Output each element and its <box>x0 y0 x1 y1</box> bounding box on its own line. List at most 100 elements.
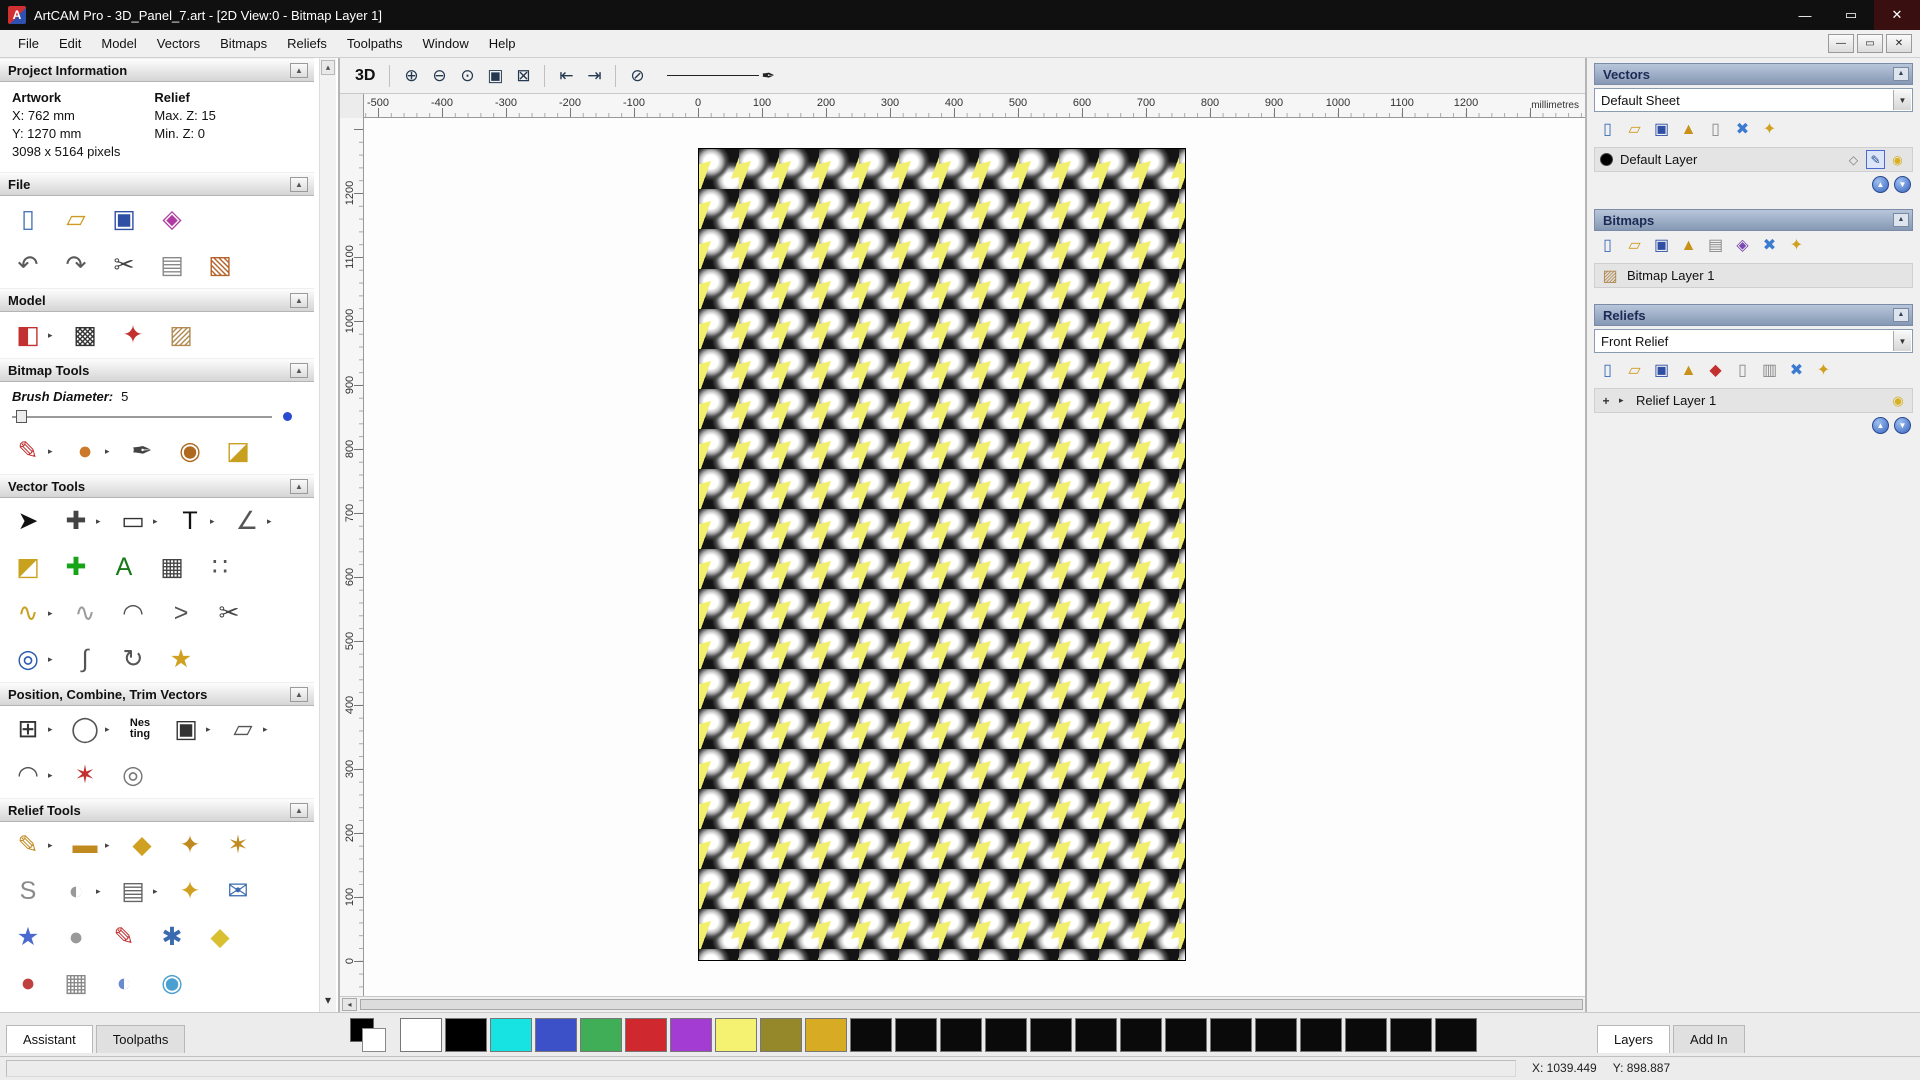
import-vector-layer-icon[interactable]: ▲ <box>1676 119 1701 141</box>
star-wizard-icon[interactable]: ★ <box>161 641 201 677</box>
scroll-down-icon[interactable]: ▾ <box>321 992 335 1010</box>
scroll-left-icon[interactable]: ◂ <box>342 998 357 1011</box>
relief-envelope-icon[interactable]: ✉ <box>218 873 258 909</box>
vector-layer-row[interactable]: Default Layer ◇✎◉ <box>1594 147 1913 172</box>
flood-fill-icon[interactable]: ◪ <box>218 433 258 469</box>
collapse-section-button[interactable]: ▲ <box>290 479 308 494</box>
flyout-arrow-icon[interactable]: ▸ <box>267 516 276 527</box>
flyout-arrow-icon[interactable]: ▸ <box>48 770 57 781</box>
smooth-tool-icon[interactable]: S <box>8 873 48 909</box>
menu-edit[interactable]: Edit <box>49 31 91 56</box>
rectangle-tool-icon[interactable]: ▭ <box>113 503 153 539</box>
canvas-viewport[interactable] <box>364 118 1585 996</box>
collapse-section-button[interactable]: ▲ <box>1893 67 1909 81</box>
flyout-arrow-icon[interactable]: ▸ <box>105 840 114 851</box>
delete-relief-layer-icon[interactable]: ✖ <box>1784 360 1809 382</box>
palette-swatch-23[interactable] <box>1435 1018 1477 1052</box>
dropdown-arrow-icon[interactable]: ▼ <box>1893 90 1911 110</box>
open-bitmap-layer-icon[interactable]: ▱ <box>1622 235 1647 257</box>
model-lighting-icon[interactable]: ✦ <box>113 317 153 353</box>
collapse-section-button[interactable]: ▲ <box>290 293 308 308</box>
palette-swatch-9[interactable] <box>805 1018 847 1052</box>
import-export-model-icon[interactable]: ◈ <box>152 201 192 237</box>
assistant-scrollbar[interactable]: ▴ ▾ <box>319 58 336 1012</box>
delete-bitmap-layer-icon[interactable]: ✖ <box>1757 235 1782 257</box>
flyout-arrow-icon[interactable]: ▸ <box>48 330 57 341</box>
new-model-icon[interactable]: ▯ <box>8 201 48 237</box>
new-bitmap-icon[interactable]: ✦ <box>1784 235 1809 257</box>
tab-layers[interactable]: Layers <box>1597 1025 1670 1053</box>
expand-arrow-icon[interactable]: ▸ <box>1619 395 1629 406</box>
close-button[interactable]: ✕ <box>1874 0 1920 30</box>
spiral-tool-icon[interactable]: ◎ <box>113 757 153 793</box>
menu-window[interactable]: Window <box>413 31 479 56</box>
zoom-1-1-icon[interactable]: ⊙ <box>453 63 481 89</box>
align-vectors-icon[interactable]: ⊞ <box>8 711 48 747</box>
palette-swatch-0[interactable] <box>400 1018 442 1052</box>
relief-pyramid-icon[interactable]: ◆ <box>1703 360 1728 382</box>
copy-icon[interactable]: ▤ <box>152 247 192 283</box>
palette-swatch-17[interactable] <box>1165 1018 1207 1052</box>
zoom-fit-icon[interactable]: ▣ <box>481 63 509 89</box>
flyout-arrow-icon[interactable]: ▸ <box>153 516 162 527</box>
layer-visibility-bulb-icon[interactable]: ◉ <box>1889 393 1907 409</box>
zoom-out-icon[interactable]: ⊖ <box>425 63 453 89</box>
new-vector-sheet-icon[interactable]: ✦ <box>1757 119 1782 141</box>
redo-icon[interactable]: ↷ <box>56 247 96 283</box>
primary-secondary-colour[interactable] <box>348 1017 392 1053</box>
menu-file[interactable]: File <box>8 31 49 56</box>
text-tool-icon[interactable]: T <box>170 503 210 539</box>
expand-plus-icon[interactable]: + <box>1600 394 1612 408</box>
snap-toggle-icon[interactable]: ◇ <box>1844 150 1863 169</box>
menu-reliefs[interactable]: Reliefs <box>277 31 337 56</box>
new-vector-layer-icon[interactable]: ▯ <box>1595 119 1620 141</box>
smooth-relief-icon[interactable]: ▬ <box>65 827 105 863</box>
palette-swatch-10[interactable] <box>850 1018 892 1052</box>
two-rail-sweep-icon[interactable]: ∫ <box>65 641 105 677</box>
relief-selector[interactable]: Front Relief ▼ <box>1594 329 1913 353</box>
paint-bucket-icon[interactable]: ● <box>65 433 105 469</box>
new-relief-icon[interactable]: ✦ <box>1811 360 1836 382</box>
menu-vectors[interactable]: Vectors <box>147 31 210 56</box>
collapse-section-button[interactable]: ▲ <box>1893 213 1909 227</box>
flyout-arrow-icon[interactable]: ▸ <box>96 886 105 897</box>
minimize-button[interactable]: — <box>1782 0 1828 30</box>
zoom-in-icon[interactable]: ⊕ <box>397 63 425 89</box>
create-cross-icon[interactable]: ✚ <box>56 549 96 585</box>
texture-relief-icon[interactable]: ◐ <box>56 873 96 909</box>
flyout-arrow-icon[interactable]: ▸ <box>48 446 57 457</box>
delete-vector-layer-icon[interactable]: ✖ <box>1730 119 1755 141</box>
horizontal-scrollbar[interactable]: ◂ <box>340 996 1585 1012</box>
brush-diameter-slider[interactable] <box>12 408 298 426</box>
flyout-arrow-icon[interactable]: ▸ <box>206 724 215 735</box>
spin-tool-icon[interactable]: ↻ <box>113 641 153 677</box>
bitmap-layer-row[interactable]: ▨ Bitmap Layer 1 <box>1594 263 1913 288</box>
palette-swatch-3[interactable] <box>535 1018 577 1052</box>
model-symmetry-icon[interactable]: ▩ <box>65 317 105 353</box>
flyout-arrow-icon[interactable]: ▸ <box>48 654 57 665</box>
edit-layer-toggle-icon[interactable]: ✎ <box>1866 150 1885 169</box>
maximize-button[interactable]: ▭ <box>1828 0 1874 30</box>
distribute-points-icon[interactable]: ∷ <box>200 549 240 585</box>
relief-sheet-icon[interactable]: ▯ <box>1730 360 1755 382</box>
extrude-tool-icon[interactable]: ◎ <box>8 641 48 677</box>
dropdown-arrow-icon[interactable]: ▼ <box>1893 331 1911 351</box>
secondary-colour-swatch[interactable] <box>362 1028 386 1052</box>
next-view-icon[interactable]: ⇥ <box>580 63 608 89</box>
relief-layer-stack-icon[interactable]: ▤ <box>113 873 153 909</box>
transform-vectors-icon[interactable]: ✚ <box>56 503 96 539</box>
palette-swatch-2[interactable] <box>490 1018 532 1052</box>
palette-swatch-12[interactable] <box>940 1018 982 1052</box>
collapse-section-button[interactable]: ▲ <box>290 63 308 78</box>
save-vector-layer-icon[interactable]: ▣ <box>1649 119 1674 141</box>
open-relief-layer-icon[interactable]: ▱ <box>1622 360 1647 382</box>
relief-tool-extra-4-icon[interactable]: ◉ <box>152 965 192 1001</box>
zoom-object-icon[interactable]: ⊠ <box>509 63 537 89</box>
palette-swatch-11[interactable] <box>895 1018 937 1052</box>
merge-bitmap-layers-icon[interactable]: ▤ <box>1703 235 1728 257</box>
tab-add-in[interactable]: Add In <box>1673 1025 1745 1053</box>
collapse-section-button[interactable]: ▲ <box>1893 308 1909 322</box>
save-file-icon[interactable]: ▣ <box>104 201 144 237</box>
merge-relief-icon[interactable]: ✶ <box>218 827 258 863</box>
import-relief-layer-icon[interactable]: ▲ <box>1676 360 1701 382</box>
